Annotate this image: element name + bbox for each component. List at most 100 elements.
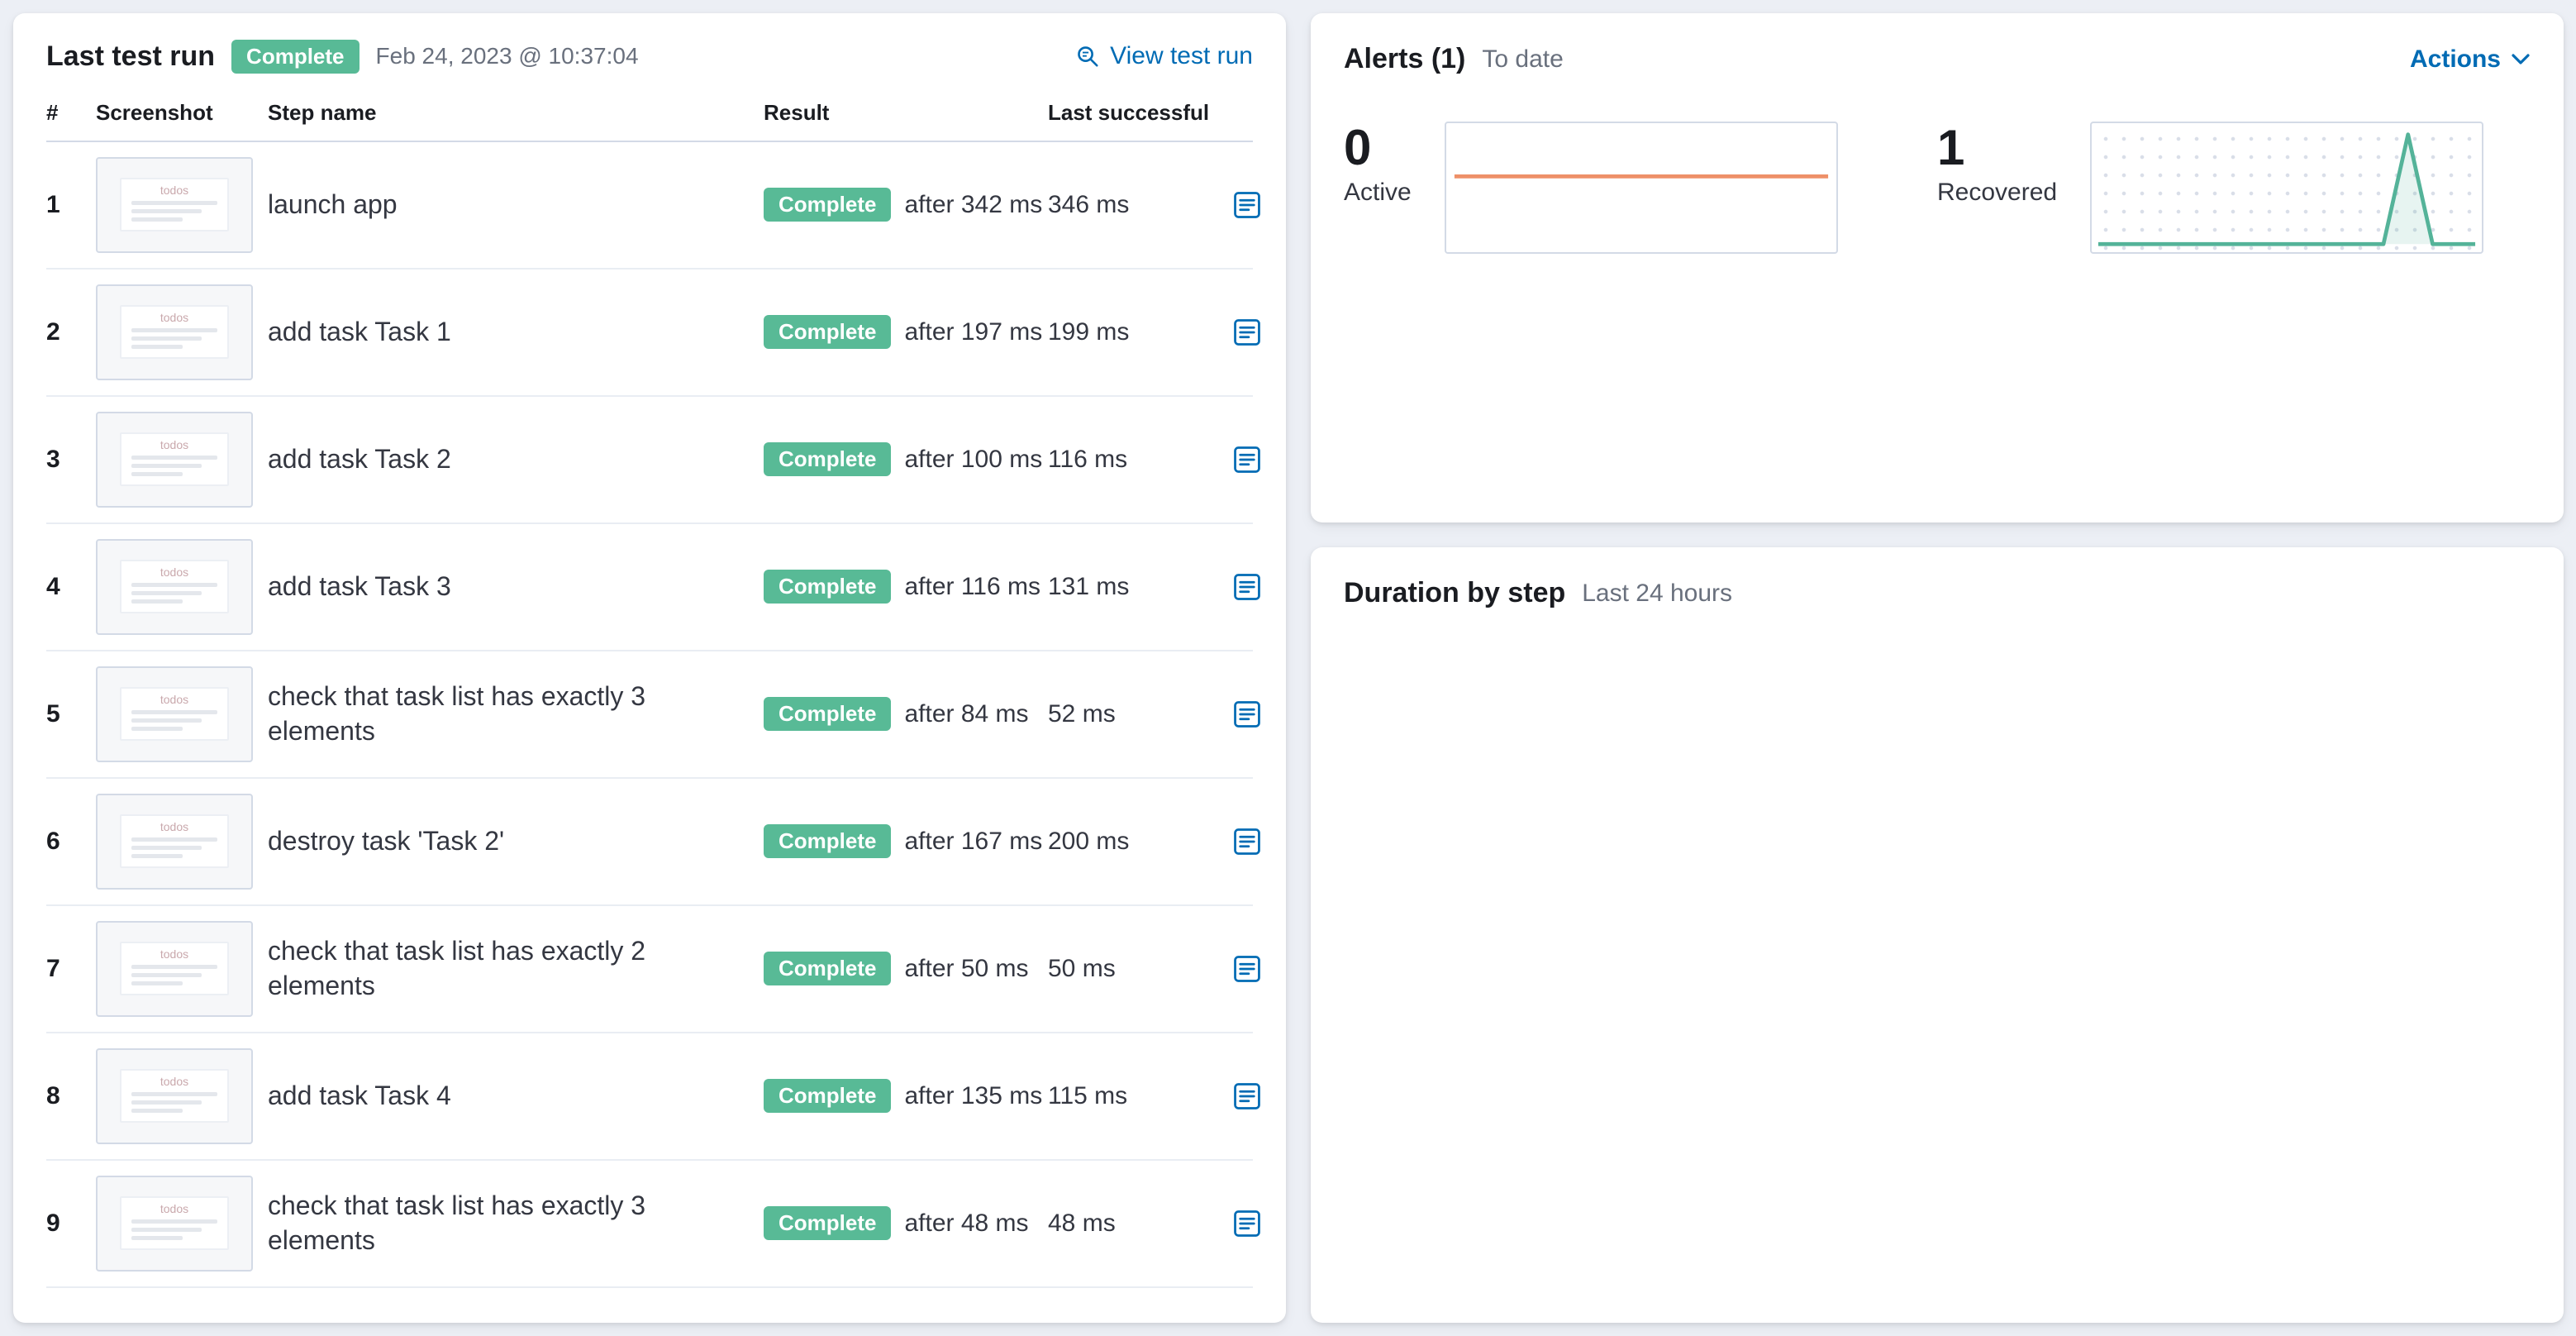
thumbnail-app-title: todos [160, 1201, 189, 1215]
alerts-title: Alerts (1) [1344, 43, 1466, 74]
thumbnail-app-title: todos [160, 565, 189, 579]
steps-table-header: # Screenshot Step name Result Last succe… [46, 74, 1253, 142]
performance-breakdown-icon[interactable] [1233, 1082, 1261, 1110]
last-successful-duration: 48 ms [1048, 1209, 1116, 1237]
step-screenshot[interactable]: todos [96, 666, 253, 762]
duration-chart-plot[interactable] [1440, 636, 2187, 1054]
step-duration: after 100 ms [904, 445, 1043, 473]
step-screenshot[interactable]: todos [96, 156, 253, 253]
step-duration: after 84 ms [904, 699, 1029, 728]
step-status-badge: Complete [764, 188, 892, 222]
active-alerts-sparkline [1444, 122, 1838, 254]
performance-breakdown-icon[interactable] [1233, 1210, 1261, 1238]
step-duration: after 48 ms [904, 1209, 1029, 1237]
active-alerts-label: Active [1344, 179, 1412, 206]
step-number: 5 [46, 699, 60, 728]
step-screenshot[interactable]: todos [96, 793, 253, 890]
run-status-badge: Complete [231, 40, 359, 74]
step-number: 3 [46, 445, 60, 473]
screenshot-thumbnail: todos [120, 177, 229, 232]
table-row: 3 todos add task Task 2 Complete after 1… [46, 397, 1260, 524]
performance-breakdown-icon[interactable] [1233, 191, 1261, 219]
duration-chart-y-axis [1344, 636, 1440, 1054]
step-screenshot[interactable]: todos [96, 284, 253, 380]
screenshot-thumbnail: todos [120, 686, 229, 742]
chevron-down-icon [2511, 53, 2531, 66]
alerts-actions-button[interactable]: Actions [2410, 45, 2531, 74]
last-successful-duration: 52 ms [1048, 699, 1116, 728]
table-row: 8 todos add task Task 4 Complete after 1… [46, 1033, 1260, 1161]
step-screenshot[interactable]: todos [96, 920, 253, 1017]
step-number: 1 [46, 190, 60, 218]
step-name[interactable]: check that task list has exactly 2 eleme… [268, 934, 764, 1003]
thumbnail-app-title: todos [160, 692, 189, 706]
screenshot-thumbnail: todos [120, 941, 229, 996]
step-status-badge: Complete [764, 570, 892, 604]
step-number: 4 [46, 572, 60, 600]
step-number: 2 [46, 317, 60, 346]
last-successful-duration: 116 ms [1048, 445, 1128, 473]
last-test-run-title: Last test run [46, 40, 216, 72]
step-status-badge: Complete [764, 1079, 892, 1113]
step-name[interactable]: add task Task 1 [268, 315, 764, 350]
view-test-run-link[interactable]: View test run [1075, 42, 1253, 70]
step-screenshot[interactable]: todos [96, 1047, 253, 1144]
step-duration: after 116 ms [904, 572, 1040, 600]
col-header-last-successful: Last successful [1048, 99, 1210, 125]
recovered-alerts-sparkline [2090, 122, 2484, 254]
thumbnail-app-title: todos [160, 819, 189, 833]
view-test-run-label: View test run [1110, 42, 1253, 70]
last-successful-duration: 200 ms [1048, 827, 1130, 855]
table-row: 4 todos add task Task 3 Complete after 1… [46, 524, 1260, 651]
col-header-result: Result [764, 99, 830, 125]
duration-chart-x-axis [1440, 1059, 2187, 1119]
col-header-number: # [46, 99, 59, 125]
step-number: 7 [46, 954, 60, 982]
performance-breakdown-icon[interactable] [1233, 446, 1261, 474]
performance-breakdown-icon[interactable] [1233, 318, 1261, 346]
step-number: 8 [46, 1081, 60, 1109]
step-screenshot[interactable]: todos [96, 1175, 253, 1272]
step-number: 9 [46, 1209, 60, 1237]
last-successful-duration: 199 ms [1048, 317, 1130, 346]
step-name[interactable]: add task Task 2 [268, 442, 764, 477]
performance-breakdown-icon[interactable] [1233, 955, 1261, 983]
table-row: 6 todos destroy task 'Task 2' Complete a… [46, 779, 1260, 906]
thumbnail-app-title: todos [160, 1074, 189, 1088]
table-row: 9 todos check that task list has exactly… [46, 1161, 1260, 1288]
performance-breakdown-icon[interactable] [1233, 573, 1261, 601]
screenshot-thumbnail: todos [120, 1068, 229, 1124]
step-name[interactable]: launch app [268, 188, 764, 222]
recovered-alerts-label: Recovered [1937, 179, 2058, 206]
active-alerts-stat: 0 Active [1344, 122, 1937, 254]
thumbnail-app-title: todos [160, 437, 189, 451]
step-name[interactable]: destroy task 'Task 2' [268, 824, 764, 859]
screenshot-thumbnail: todos [120, 432, 229, 487]
step-name[interactable]: add task Task 4 [268, 1079, 764, 1114]
thumbnail-app-title: todos [160, 183, 189, 197]
step-status-badge: Complete [764, 315, 892, 349]
performance-breakdown-icon[interactable] [1233, 700, 1261, 728]
step-duration: after 135 ms [904, 1081, 1043, 1109]
step-name[interactable]: check that task list has exactly 3 eleme… [268, 680, 764, 748]
recovered-alerts-count: 1 [1937, 120, 1965, 175]
last-successful-duration: 346 ms [1048, 190, 1130, 218]
step-screenshot[interactable]: todos [96, 411, 253, 508]
steps-table-body: 1 todos launch app Complete after 342 ms… [46, 142, 1260, 1288]
active-alerts-count: 0 [1344, 120, 1372, 175]
col-header-step-name: Step name [268, 99, 377, 125]
recovered-alerts-stat: 1 Recovered [1937, 122, 2531, 254]
step-duration: after 167 ms [904, 827, 1043, 855]
screenshot-thumbnail: todos [120, 814, 229, 869]
step-screenshot[interactable]: todos [96, 538, 253, 635]
duration-chart [1344, 636, 2531, 1119]
screenshot-thumbnail: todos [120, 1195, 229, 1251]
inspect-icon [1075, 44, 1100, 69]
step-name[interactable]: check that task list has exactly 3 eleme… [268, 1189, 764, 1257]
step-duration: after 342 ms [904, 190, 1043, 218]
col-header-screenshot: Screenshot [96, 99, 213, 125]
step-duration: after 50 ms [904, 954, 1029, 982]
step-name[interactable]: add task Task 3 [268, 570, 764, 604]
performance-breakdown-icon[interactable] [1233, 828, 1261, 856]
table-row: 7 todos check that task list has exactly… [46, 906, 1260, 1033]
